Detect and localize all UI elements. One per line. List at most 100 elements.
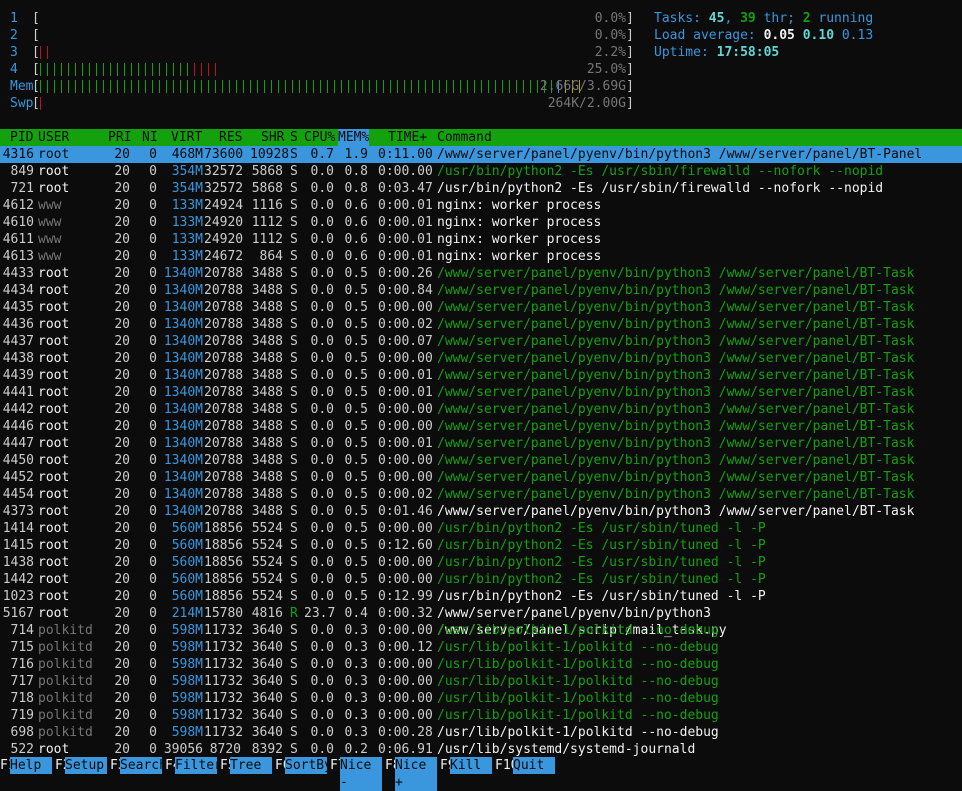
cell-time: 0:00.07 <box>378 334 433 349</box>
cell-time: 0:00.02 <box>378 317 433 332</box>
process-row-selected[interactable]: 4316 root 20 0 468M 73600 10928 S 0.7 1.9 0:11.00 /… <box>0 146 962 163</box>
process-row[interactable]: 715 polkitd 20 0 598M 11732 3640 S 0.0 0.3 0:00.12… <box>0 639 962 656</box>
fkey-label-f5[interactable]: Tree <box>230 757 272 774</box>
process-row[interactable]: 4450 root 20 0 1340M 20788 3488 S 0.0 0.5 0:00.00 /… <box>0 452 962 469</box>
fkey-label-f10[interactable]: Quit <box>513 757 555 774</box>
cell-pid: 4438 <box>2 351 34 366</box>
process-row[interactable]: 4611 www 20 0 133M 24920 1112 S 0.0 0.6 0:00.01 ngi… <box>0 231 962 248</box>
process-row[interactable]: 721 root 20 0 354M 32572 5868 S 0.0 0.8 0:03.47/us… <box>0 180 962 197</box>
process-row[interactable]: 716 polkitd 20 0 598M 11732 3640 S 0.0 0.3 0:00.00… <box>0 656 962 673</box>
col-res[interactable]: RES <box>219 129 242 146</box>
col-state[interactable]: S <box>290 129 298 146</box>
fkey-label-f9[interactable]: Kill <box>450 757 492 774</box>
cell-pid: 4450 <box>2 453 34 468</box>
cell-ni: 0 <box>149 402 157 417</box>
cell-shr: 3488 <box>251 470 283 485</box>
col-shr[interactable]: SHR <box>261 129 284 146</box>
cell-virt: 598M <box>171 725 203 740</box>
process-row[interactable]: 4439 root 20 0 1340M 20788 3488 S 0.0 0.5 0:00.01 /… <box>0 367 962 384</box>
cell-ni: 0 <box>149 657 157 672</box>
meter-bar-tick <box>285 80 286 93</box>
col-pid[interactable]: PID <box>10 129 33 146</box>
process-row[interactable]: 4433 root 20 0 1340M 20788 3488 S 0.0 0.5 0:00.26 /… <box>0 265 962 282</box>
cell-cpu: 0.0 <box>310 691 334 706</box>
process-row[interactable]: 698 polkitd 20 0 598M 11732 3640 S 0.0 0.3 0:00.28… <box>0 724 962 741</box>
cell-time: 0:00.01 <box>378 198 433 213</box>
cell-mem: 0.3 <box>344 674 368 689</box>
process-row[interactable]: 1438 root 20 0 560M 18856 5524 S 0.0 0.5 0:00.00/u… <box>0 554 962 571</box>
col-pri[interactable]: PRI <box>108 129 131 146</box>
process-row[interactable]: 4437 root 20 0 1340M 20788 3488 S 0.0 0.5 0:00.07 /… <box>0 333 962 350</box>
meter-bar-tick <box>418 80 419 93</box>
process-row[interactable]: 4435 root 20 0 1340M 20788 3488 S 0.0 0.5 0:00.00 /… <box>0 299 962 316</box>
cell-virt: 133M <box>171 215 203 230</box>
process-row[interactable]: 719 polkitd 20 0 598M 11732 3640 S 0.0 0.3 0:00.00… <box>0 707 962 724</box>
fkey-label-f4[interactable]: Filter <box>175 757 222 774</box>
process-row[interactable]: 4446 root 20 0 1340M 20788 3488 S 0.0 0.5 0:00.00 /… <box>0 418 962 435</box>
col-virt[interactable]: VIRT <box>171 129 202 146</box>
cell-cpu: 0.7 <box>310 147 334 162</box>
process-row[interactable]: 4441 root 20 0 1340M 20788 3488 S 0.0 0.5 0:00.01 /… <box>0 384 962 401</box>
fkey-label-f1[interactable]: Help <box>10 757 52 774</box>
cell-mem: 0.5 <box>344 334 368 349</box>
cell-pid: 1415 <box>2 538 34 553</box>
col-time[interactable]: TIME+ <box>388 129 427 146</box>
fkey-label-f7[interactable]: Nice - <box>340 757 382 791</box>
cell-ni: 0 <box>149 453 157 468</box>
fkey-label-f6[interactable]: SortBy <box>285 757 332 774</box>
fkey-label-f3[interactable]: Search <box>120 757 167 774</box>
meter-bar-tick <box>425 80 426 93</box>
col-user[interactable]: USER <box>38 129 69 146</box>
cell-pid: 716 <box>10 657 34 672</box>
process-row[interactable]: 1023 root 20 0 560M 18856 5524 S 0.0 0.5 0:12.99/u… <box>0 588 962 605</box>
process-row[interactable]: 1415 root 20 0 560M 18856 5524 S 0.0 0.5 0:12.60/u… <box>0 537 962 554</box>
cell-res: 18856 <box>204 538 244 553</box>
col-mem-sorted[interactable]: MEM% <box>338 129 370 146</box>
process-row[interactable]: 1442 root 20 0 560M 18856 5524 S 0.0 0.5 0:00.00/u… <box>0 571 962 588</box>
process-row[interactable]: 4610 www 20 0 133M 24920 1112 S 0.0 0.6 0:00.01 ngi… <box>0 214 962 231</box>
process-row[interactable]: 4454 root 20 0 1340M 20788 3488 S 0.0 0.5 0:00.02 /… <box>0 486 962 503</box>
process-row[interactable]: 4442 root 20 0 1340M 20788 3488 S 0.0 0.5 0:00.00 /… <box>0 401 962 418</box>
process-row[interactable]: 4447 root 20 0 1340M 20788 3488 S 0.0 0.5 0:00.01 /… <box>0 435 962 452</box>
meter-bracket-close: ] <box>626 62 634 77</box>
cell-user: polkitd <box>38 623 93 638</box>
col-ni[interactable]: NI <box>142 129 158 146</box>
cell-res: 20788 <box>204 419 244 434</box>
meter-bar-tick <box>152 80 153 93</box>
meter-bars <box>40 61 222 78</box>
process-row[interactable]: 4613 www 20 0 133M 24672 864 S 0.0 0.6 0:00.01 ngin… <box>0 248 962 265</box>
cell-cpu: 0.0 <box>310 725 334 740</box>
process-row[interactable]: 4452 root 20 0 1340M 20788 3488 S 0.0 0.5 0:00.00 /… <box>0 469 962 486</box>
fkey-label-f8[interactable]: Nice + <box>395 757 437 791</box>
cell-shr: 3488 <box>251 385 283 400</box>
process-row[interactable]: 4373 root 20 0 1340M 20788 3488 S 0.0 0.5 0:01.46 /… <box>0 503 962 520</box>
meter-bar-tick <box>271 80 272 93</box>
cell-pid: 1438 <box>2 555 34 570</box>
process-row[interactable]: 1414 root 20 0 560M 18856 5524 S 0.0 0.5 0:00.00/u… <box>0 520 962 537</box>
meter-bar-tick <box>117 80 118 93</box>
cell-shr: 3640 <box>251 623 283 638</box>
cell-shr: 3488 <box>251 487 283 502</box>
cell-shr: 8392 <box>251 742 283 757</box>
cell-shr: 3640 <box>251 657 283 672</box>
col-command[interactable]: Command <box>437 129 492 146</box>
process-row[interactable]: 717 polkitd 20 0 598M 11732 3640 S 0.0 0.3 0:00.00… <box>0 673 962 690</box>
meter-mem: Mem[2.66G/3.69G] <box>10 78 634 95</box>
process-row[interactable]: 5167 root 20 0 214M 15780 4816 R 23.7 0.4 0:00.32 /… <box>0 605 962 638</box>
process-row[interactable]: 849 root 20 0 354M 32572 5868 S 0.0 0.8 0:00.00/us… <box>0 163 962 180</box>
process-row[interactable]: 4434 root 20 0 1340M 20788 3488 S 0.0 0.5 0:00.84 /… <box>0 282 962 299</box>
process-row[interactable]: 522 root 20 0 39056 8720 8392 S 0.0 0.2 0:06.91/us… <box>0 741 962 758</box>
process-row[interactable]: 714 polkitd 20 0 598M 11732 3640 S 0.0 0.3 0:00.00… <box>0 622 962 639</box>
col-cpu[interactable]: CPU% <box>304 129 335 146</box>
cell-mem: 0.5 <box>344 368 368 383</box>
fkey-label-f2[interactable]: Setup <box>65 757 107 774</box>
process-row[interactable]: 4612 www 20 0 133M 24924 1116 S 0.0 0.6 0:00.01 ngi… <box>0 197 962 214</box>
cell-user: root <box>38 572 70 587</box>
process-row[interactable]: 4436 root 20 0 1340M 20788 3488 S 0.0 0.5 0:00.02 /… <box>0 316 962 333</box>
meter-bar-tick <box>138 80 139 93</box>
process-row[interactable]: 4438 root 20 0 1340M 20788 3488 S 0.0 0.5 0:00.00 /… <box>0 350 962 367</box>
cell-s: S <box>290 215 298 230</box>
cell-pid: 4439 <box>2 368 34 383</box>
meter-bar-tick <box>110 63 111 76</box>
process-row[interactable]: 718 polkitd 20 0 598M 11732 3640 S 0.0 0.3 0:00.00… <box>0 690 962 707</box>
